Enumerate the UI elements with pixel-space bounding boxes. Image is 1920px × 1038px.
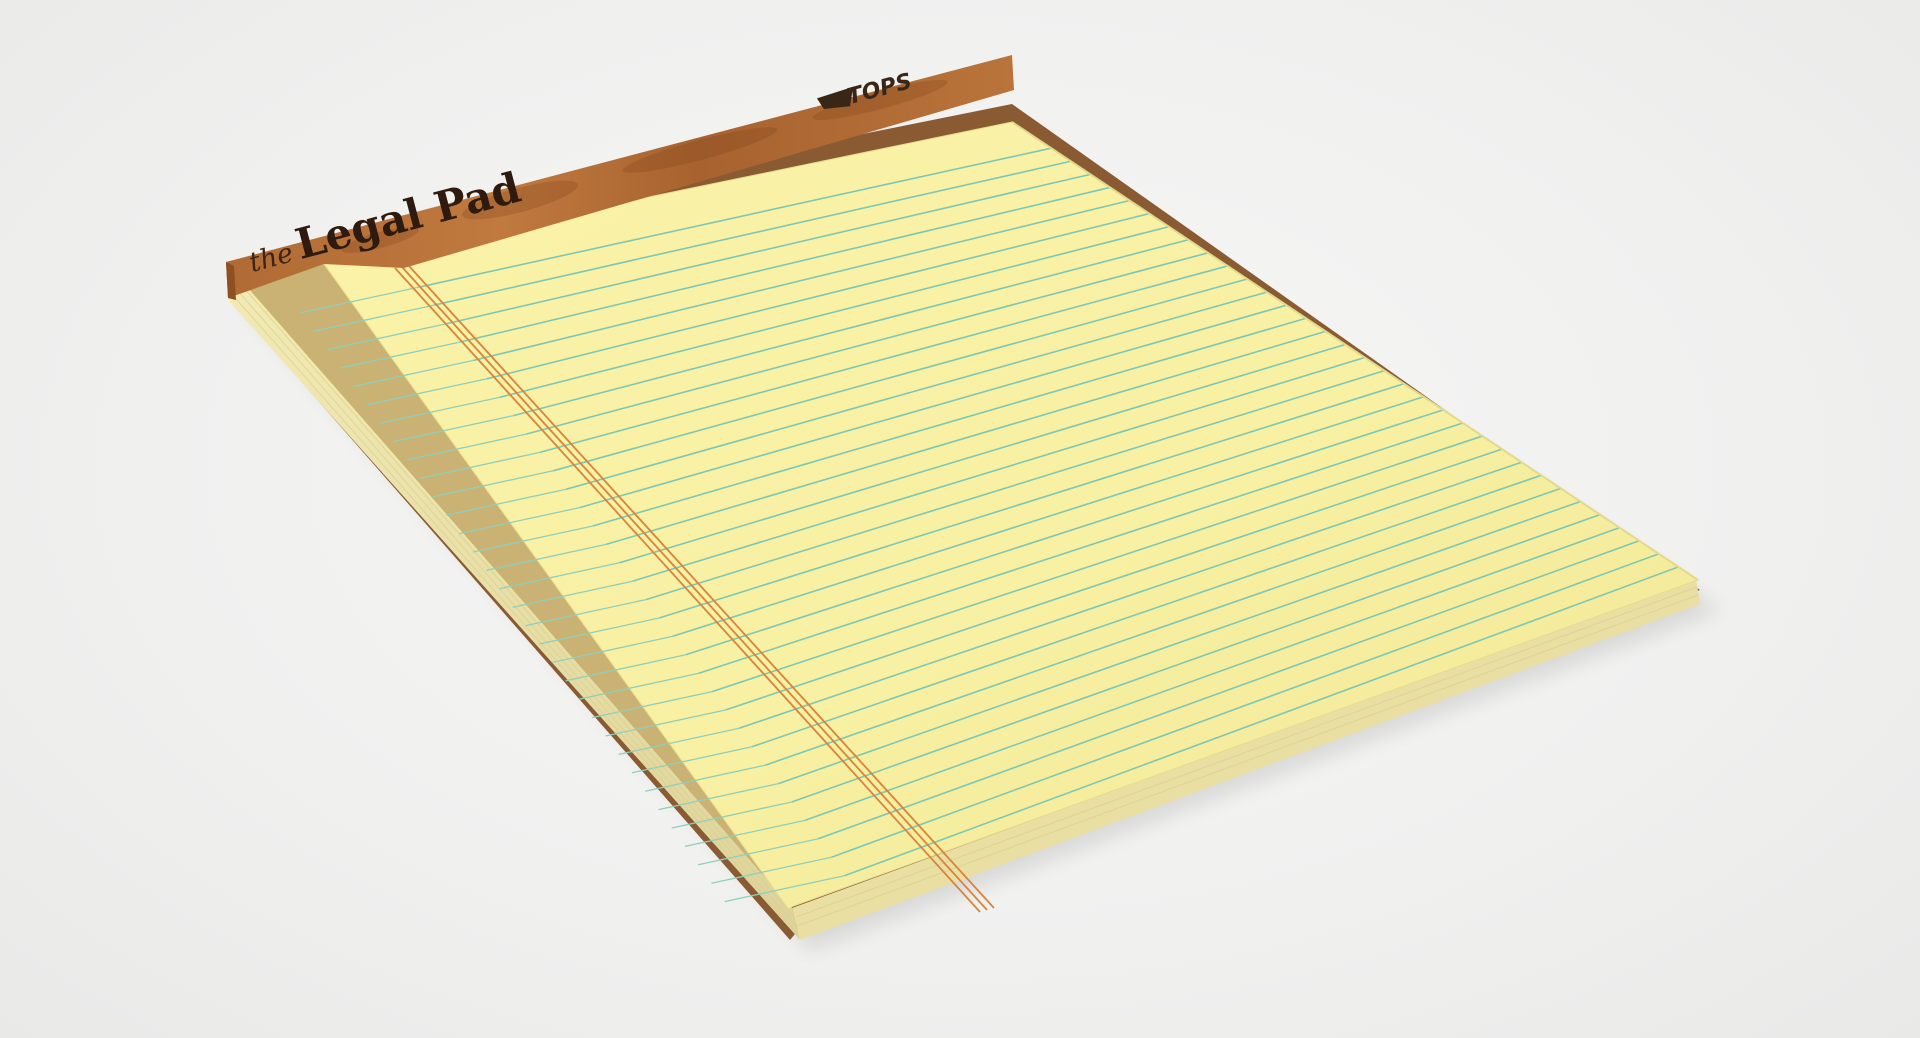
product-scene: the Legal Pad TOPS [0,0,1920,1038]
paper-sheet [323,121,1700,909]
legal-pad-illustration: the Legal Pad TOPS [226,55,1720,950]
